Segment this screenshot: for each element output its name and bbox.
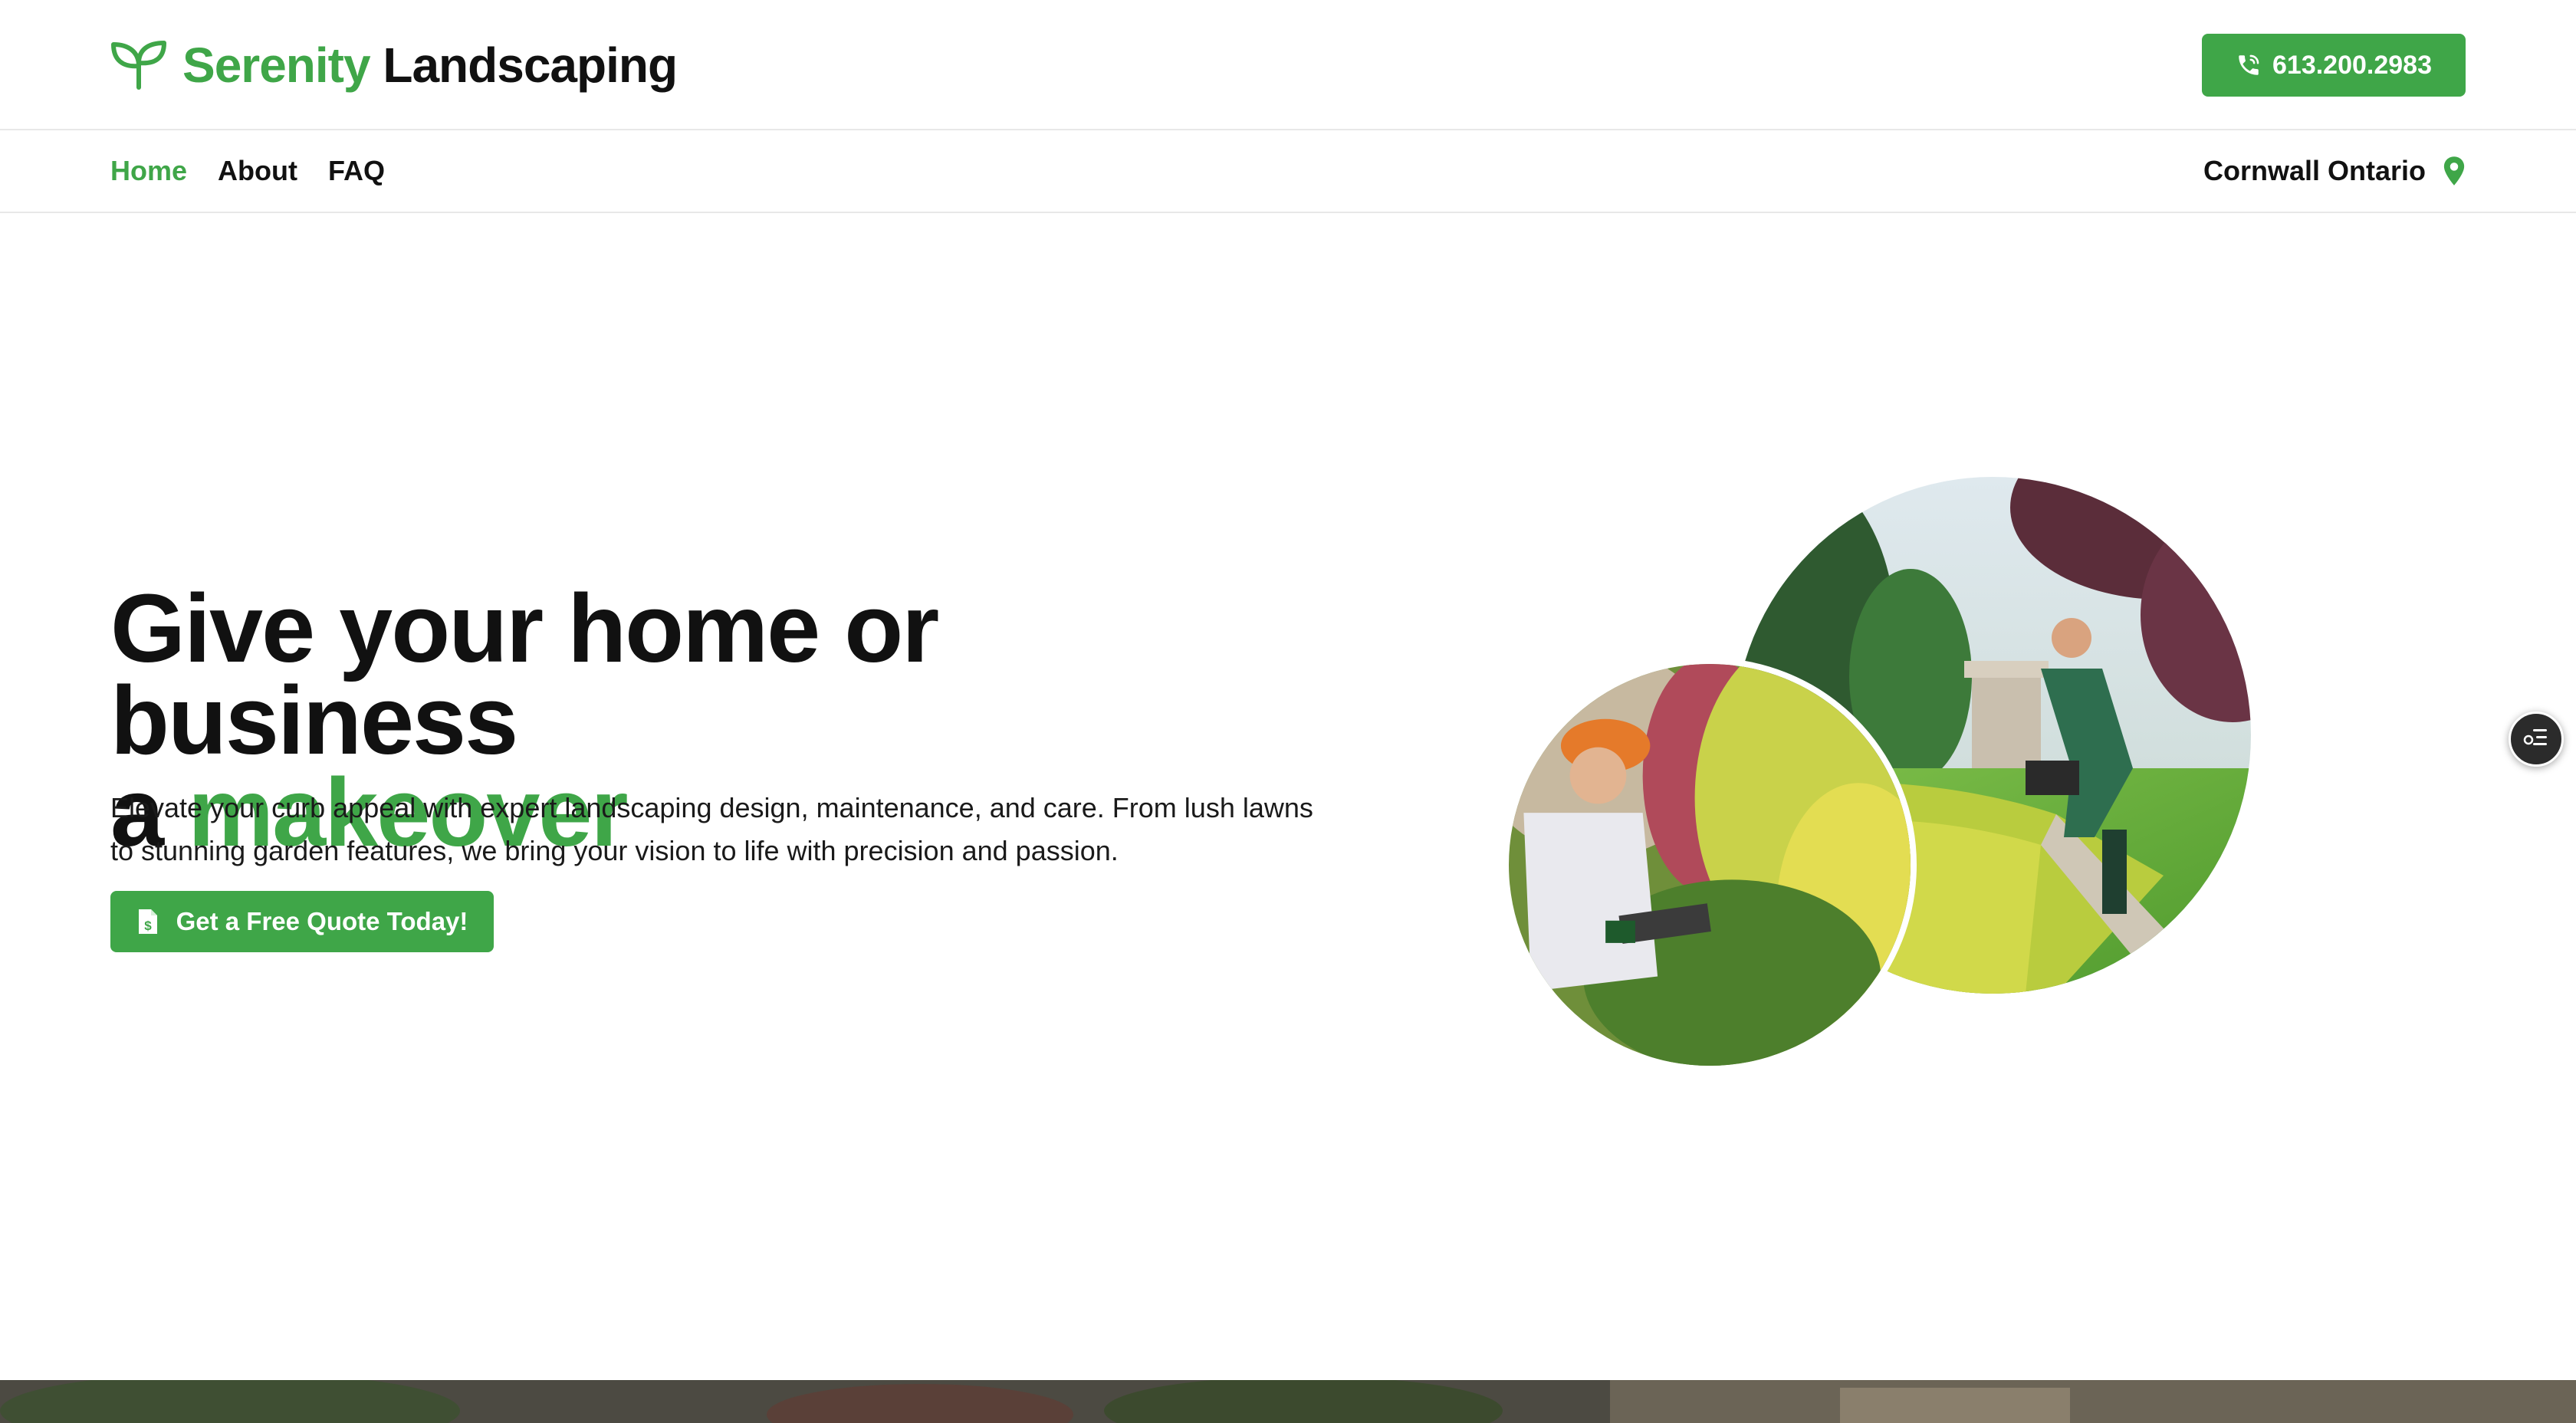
- sprout-icon: [110, 40, 167, 90]
- nav-links: Home About FAQ: [110, 130, 385, 212]
- main-nav: Home About FAQ Cornwall Ontario: [0, 130, 2576, 213]
- gardener-photo: [1503, 658, 1917, 1072]
- brand-name: Serenity Landscaping: [182, 37, 678, 94]
- brand-name-serenity: Serenity: [182, 38, 371, 93]
- location-link[interactable]: Cornwall Ontario: [2203, 130, 2466, 212]
- brand-name-landscaping: Landscaping: [383, 38, 678, 93]
- location-label: Cornwall Ontario: [2203, 155, 2426, 186]
- phone-call-button[interactable]: 613.200.2983: [2202, 34, 2466, 97]
- brand-logo[interactable]: Serenity Landscaping: [110, 37, 678, 94]
- phone-number: 613.200.2983: [2272, 50, 2432, 80]
- nav-item-faq[interactable]: FAQ: [328, 155, 385, 187]
- nav-item-about[interactable]: About: [218, 155, 297, 187]
- free-quote-button[interactable]: $ Get a Free Quote Today!: [110, 891, 494, 952]
- dollar-document-icon: $: [136, 908, 159, 935]
- accessibility-widget-button[interactable]: [2509, 712, 2564, 767]
- site-header: Serenity Landscaping 613.200.2983: [0, 0, 2576, 130]
- map-pin-icon: [2443, 156, 2466, 186]
- free-quote-label: Get a Free Quote Today!: [176, 907, 468, 935]
- nav-item-home[interactable]: Home: [110, 155, 187, 187]
- next-section-image: [0, 1380, 2576, 1423]
- phone-icon: [2236, 52, 2262, 78]
- accessibility-settings-icon: [2522, 726, 2550, 753]
- svg-text:$: $: [144, 919, 152, 933]
- hero-title-line1: Give your home or business: [110, 574, 939, 774]
- hero-description: Elevate your curb appeal with expert lan…: [110, 792, 1313, 866]
